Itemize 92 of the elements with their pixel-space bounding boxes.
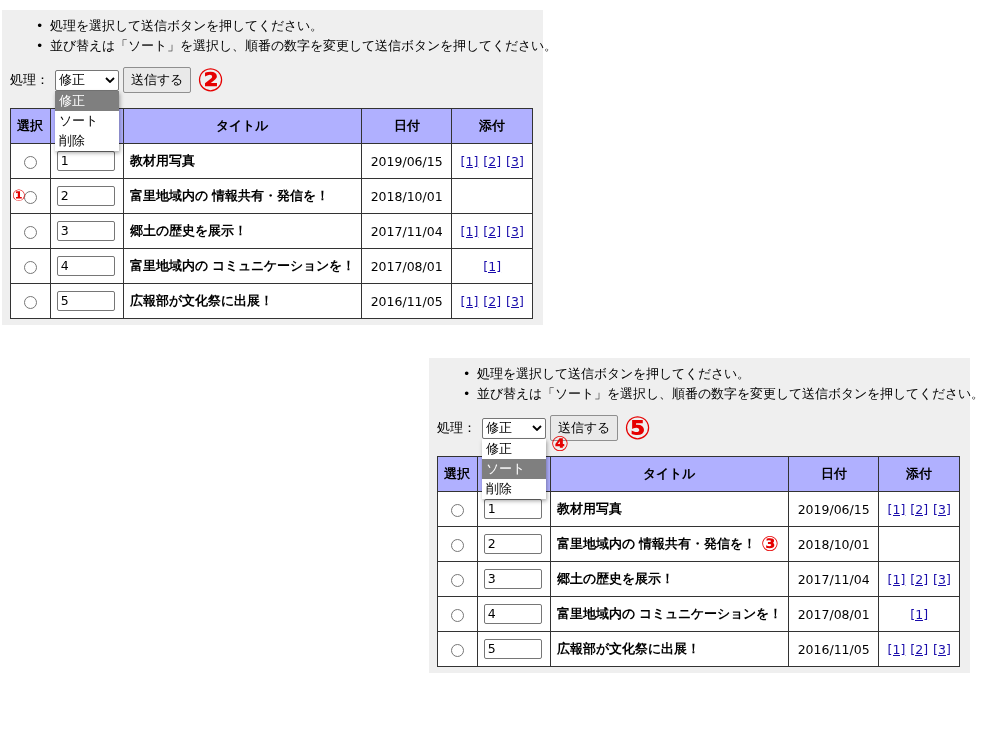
attachment-link[interactable]: [3] <box>933 641 951 657</box>
order-input[interactable]: 5 <box>483 639 542 659</box>
title-text: 教材用写真 <box>556 500 622 516</box>
order-input[interactable]: 4 <box>56 256 115 276</box>
title-text: 広報部が文化祭に出展！ <box>556 640 700 656</box>
attachment-link[interactable]: [1] <box>483 258 502 274</box>
title-text: 富里地域内の コミュニケーションを！ <box>129 257 355 273</box>
order-input[interactable]: 2 <box>56 186 115 206</box>
order-input[interactable]: 3 <box>483 569 542 589</box>
row-radio[interactable] <box>450 503 464 517</box>
column-header: 添付 <box>479 117 506 133</box>
order-input[interactable]: 1 <box>56 151 115 171</box>
title-text: 郷土の歴史を展示！ <box>556 570 674 586</box>
attachment-link[interactable]: [1] <box>887 571 906 587</box>
attachment-link[interactable]: [2] <box>483 153 502 169</box>
bullet-mark: • <box>36 37 45 55</box>
attachment-link[interactable]: [1] <box>460 223 479 239</box>
column-header: タイトル <box>643 465 696 481</box>
step-number-annotation: ① <box>12 188 26 204</box>
dropdown-option[interactable]: 修正 <box>55 91 119 111</box>
date-text: 2017/08/01 <box>370 258 443 274</box>
row-radio[interactable] <box>23 260 37 274</box>
column-header: タイトル <box>216 117 269 133</box>
instruction-text: 処理を選択して送信ボタンを押してください。 <box>477 365 751 383</box>
attachment-link[interactable]: [1] <box>887 501 906 517</box>
instruction-text: 処理を選択して送信ボタンを押してください。 <box>50 17 324 35</box>
instruction-text: 並び替えは「ソート」を選択し、順番の数字を変更して送信ボタンを押してください。 <box>477 385 985 403</box>
action-label: 処理： <box>437 419 476 437</box>
row-radio[interactable] <box>450 608 464 622</box>
date-text: 2018/10/01 <box>370 188 443 204</box>
row-radio[interactable] <box>23 295 37 309</box>
title-text: 教材用写真 <box>129 152 195 168</box>
date-text: 2017/11/04 <box>797 571 870 587</box>
dropdown-option[interactable]: 修正 <box>482 439 546 459</box>
attachment-link[interactable]: [2] <box>483 223 502 239</box>
column-header: 日付 <box>820 465 847 481</box>
order-input[interactable]: 4 <box>483 604 542 624</box>
title-text: 広報部が文化祭に出展！ <box>129 292 273 308</box>
column-header: 添付 <box>906 465 933 481</box>
attachment-link[interactable]: [3] <box>933 571 951 587</box>
order-input[interactable]: 5 <box>56 291 115 311</box>
attachment-link[interactable]: [1] <box>460 153 479 169</box>
attachment-link[interactable]: [1] <box>887 641 906 657</box>
step-number-annotation: ② <box>197 64 225 96</box>
action-select[interactable]: 修正 <box>55 69 119 91</box>
row-radio[interactable] <box>450 573 464 587</box>
date-text: 2016/11/05 <box>797 641 870 657</box>
submit-button[interactable]: 送信する <box>123 67 191 93</box>
title-text: 富里地域内の 情報共有・発信を！ <box>129 187 329 203</box>
row-radio[interactable] <box>23 155 37 169</box>
title-text: 富里地域内の コミュニケーションを！ <box>556 605 782 621</box>
row-radio[interactable] <box>450 538 464 552</box>
attachment-link[interactable]: [1] <box>910 606 929 622</box>
row-radio[interactable] <box>450 643 464 657</box>
dropdown-option[interactable]: 削除 <box>482 479 546 499</box>
action-label: 処理： <box>10 71 49 89</box>
date-text: 2019/06/15 <box>370 153 443 169</box>
instruction-text: 並び替えは「ソート」を選択し、順番の数字を変更して送信ボタンを押してください。 <box>50 37 558 55</box>
row-radio[interactable] <box>23 190 37 204</box>
step-number-annotation: ③ <box>761 534 779 555</box>
chevron-down-icon <box>105 77 115 83</box>
bullet-mark: • <box>36 17 45 35</box>
date-text: 2018/10/01 <box>797 536 870 552</box>
attachment-link[interactable]: [2] <box>910 571 929 587</box>
attachment-link[interactable]: [3] <box>933 501 951 517</box>
column-header: 選択 <box>444 465 471 481</box>
attachment-link[interactable]: [2] <box>910 641 929 657</box>
column-header: 選択 <box>17 117 44 133</box>
attachment-link[interactable]: [2] <box>910 501 929 517</box>
order-input[interactable]: 2 <box>483 534 542 554</box>
attachment-link[interactable]: [3] <box>506 293 524 309</box>
bullet-mark: • <box>463 365 472 383</box>
attachment-link[interactable]: [2] <box>483 293 502 309</box>
action-select[interactable]: 修正 <box>482 417 546 439</box>
date-text: 2017/08/01 <box>797 606 870 622</box>
column-header: 日付 <box>393 117 420 133</box>
dropdown-option[interactable]: ソート <box>482 459 546 479</box>
order-input[interactable]: 3 <box>56 221 115 241</box>
attachment-link[interactable]: [1] <box>460 293 479 309</box>
attachment-link[interactable]: [3] <box>506 223 524 239</box>
chevron-down-icon <box>532 425 542 431</box>
dropdown-option[interactable]: 削除 <box>55 131 119 151</box>
attachment-link[interactable]: [3] <box>506 153 524 169</box>
title-text: 郷土の歴史を展示！ <box>129 222 247 238</box>
date-text: 2016/11/05 <box>370 293 443 309</box>
bullet-mark: • <box>463 385 472 403</box>
row-radio[interactable] <box>23 225 37 239</box>
date-text: 2017/11/04 <box>370 223 443 239</box>
date-text: 2019/06/15 <box>797 501 870 517</box>
order-input[interactable]: 1 <box>483 499 542 519</box>
step-number-annotation: ⑤ <box>624 412 652 444</box>
title-text: 富里地域内の 情報共有・発信を！ <box>556 535 756 551</box>
